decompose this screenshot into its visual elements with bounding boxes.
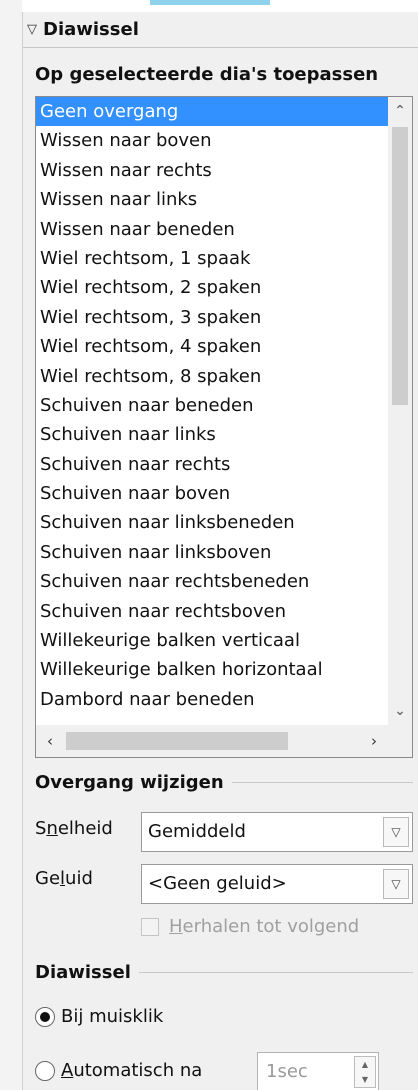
chevron-down-icon[interactable]: ⌄ (388, 699, 412, 723)
deck-title: Diawissel (43, 19, 139, 40)
chevron-down-icon[interactable]: ▽ (383, 869, 409, 899)
transition-item[interactable]: Wiel rechtsom, 1 spaak (36, 244, 388, 273)
advance-heading: Diawissel (35, 962, 413, 983)
apply-section-title: Op geselecteerde dia's toepassen (35, 64, 379, 85)
transition-item[interactable]: Schuiven naar linksbeneden (36, 508, 388, 537)
transition-item[interactable]: Wissen naar links (36, 185, 388, 214)
advance-label: Diawissel (35, 962, 131, 983)
vertical-scrollbar[interactable]: ⌃ ⌄ (388, 97, 412, 725)
transition-item[interactable]: Willekeurige balken horizontaal (36, 655, 388, 684)
on-click-radio[interactable] (35, 1006, 55, 1027)
left-strip (0, 0, 22, 1090)
transition-item[interactable]: Wissen naar boven (36, 126, 388, 155)
transition-item[interactable]: Schuiven naar rechts (36, 450, 388, 479)
loop-label: Herhalen tot volgend (169, 916, 360, 937)
transition-item[interactable]: Schuiven naar rechtsbeneden (36, 567, 388, 596)
divider (138, 972, 413, 973)
loop-checkbox[interactable] (141, 917, 159, 936)
transition-item[interactable]: Wissen naar rechts (36, 156, 388, 185)
transition-item[interactable]: Wiel rechtsom, 8 spaken (36, 362, 388, 391)
sound-value: <Geen geluid> (148, 873, 287, 894)
auto-time-value: 1sec (266, 1061, 308, 1082)
loop-checkbox-row[interactable]: Herhalen tot volgend (141, 916, 359, 937)
transition-item[interactable]: Schuiven naar rechtsboven (36, 597, 388, 626)
spin-buttons[interactable]: ▲ ▼ (354, 1056, 376, 1088)
chevron-right-icon[interactable]: › (362, 729, 386, 753)
transition-list[interactable]: Geen overgang Wissen naar boven Wissen naa… (36, 97, 388, 725)
transition-item[interactable]: Dambord naar beneden (36, 685, 388, 714)
transition-item[interactable]: Wiel rechtsom, 2 spaken (36, 273, 388, 302)
auto-time-spinner[interactable]: 1sec ▲ ▼ (257, 1052, 379, 1090)
transition-item[interactable]: Wissen naar beneden (36, 215, 388, 244)
triangle-down-icon[interactable]: ▽ (27, 22, 37, 37)
chevron-left-icon[interactable]: ‹ (38, 729, 62, 753)
on-click-label: Bij muisklik (61, 1006, 164, 1027)
speed-value: Gemiddeld (148, 821, 246, 842)
sound-label: Geluid (35, 868, 93, 889)
transition-item[interactable]: Schuiven naar linksboven (36, 538, 388, 567)
automatic-label: Automatisch na (61, 1060, 203, 1081)
spin-up-icon[interactable]: ▲ (362, 1060, 368, 1069)
sound-dropdown[interactable]: <Geen geluid> ▽ (141, 864, 413, 904)
modify-transition-heading: Overgang wijzigen (35, 772, 413, 793)
transition-item[interactable]: Schuiven naar links (36, 420, 388, 449)
deck-title-bar[interactable]: ▽ Diawissel (23, 12, 418, 48)
transition-item[interactable]: Schuiven naar boven (36, 479, 388, 508)
divider (231, 782, 413, 783)
horizontal-scroll-thumb[interactable] (66, 732, 288, 750)
transition-item[interactable]: Wiel rechtsom, 4 spaken (36, 332, 388, 361)
vertical-scroll-thumb[interactable] (392, 127, 408, 405)
transition-item[interactable]: Wiel rechtsom, 3 spaken (36, 303, 388, 332)
speed-label: Snelheid (35, 818, 113, 839)
transition-listbox[interactable]: Geen overgang Wissen naar boven Wissen naa… (35, 96, 413, 758)
modify-transition-label: Overgang wijzigen (35, 772, 224, 793)
transition-item[interactable]: Schuiven naar beneden (36, 391, 388, 420)
transition-item[interactable]: Willekeurige balken verticaal (36, 626, 388, 655)
slide-transition-panel: ▽ Diawissel Op geselecteerde dia's toepa… (22, 12, 418, 1090)
on-click-option[interactable]: Bij muisklik (35, 1006, 163, 1027)
speed-dropdown[interactable]: Gemiddeld ▽ (141, 812, 413, 852)
horizontal-scrollbar[interactable]: ‹ › (36, 725, 412, 757)
chevron-up-icon[interactable]: ⌃ (388, 99, 412, 123)
transition-item[interactable]: Geen overgang (36, 97, 388, 127)
spin-down-icon[interactable]: ▼ (362, 1075, 368, 1084)
automatic-radio[interactable] (35, 1060, 55, 1081)
chevron-down-icon[interactable]: ▽ (383, 817, 409, 847)
top-accent-tab (150, 0, 270, 5)
automatic-option[interactable]: Automatisch na (35, 1060, 202, 1081)
